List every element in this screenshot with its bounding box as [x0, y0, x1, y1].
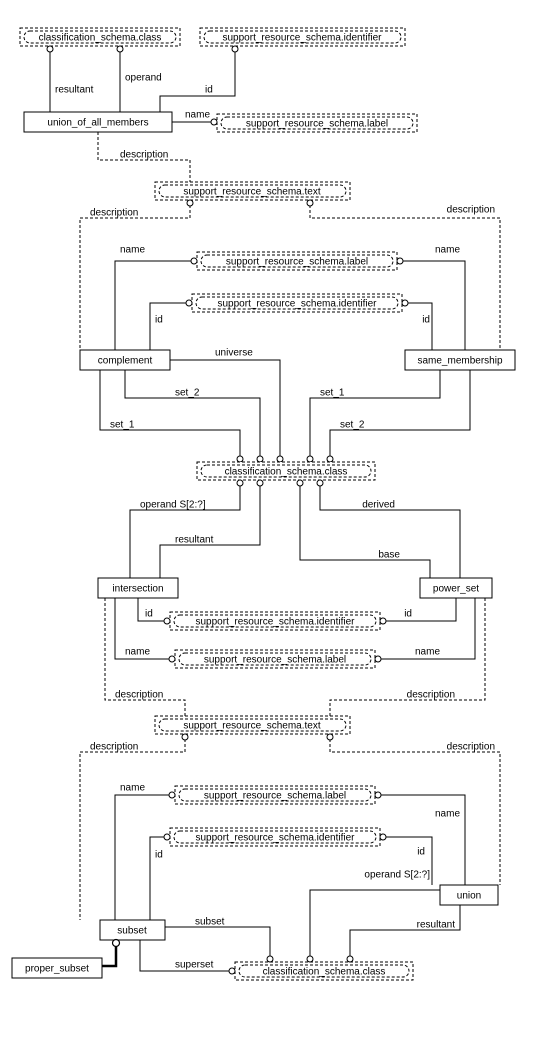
edge-name-complement: [115, 261, 197, 350]
svg-text:support_resource_schema.label: support_resource_schema.label: [226, 257, 368, 268]
label-name-union: name: [435, 809, 460, 820]
svg-text:support_resource_schema.identi: support_resource_schema.identifier: [218, 299, 378, 310]
expressg-diagram: classification_schema.class support_reso…: [0, 0, 552, 1040]
label-resultant-union: resultant: [417, 920, 456, 931]
label-id-powerset: id: [404, 609, 412, 620]
type-support-resource-schema-text-lower: support_resource_schema.text: [155, 716, 350, 734]
label-id-complement: id: [155, 315, 163, 326]
label-description-complement: description: [90, 208, 138, 219]
edge-resultant-union: [350, 905, 460, 962]
label-id-intersection: id: [145, 609, 153, 620]
entity-union-of-all-members: union_of_all_members: [24, 112, 172, 132]
edge-name-subset: [115, 795, 175, 920]
label-resultant: resultant: [55, 85, 94, 96]
entity-complement: complement: [80, 350, 170, 370]
edge-id-intersection: [138, 598, 170, 621]
label-id-samemem: id: [422, 315, 430, 326]
edge-id-powerset: [380, 598, 456, 621]
entity-subset: subset: [100, 920, 165, 940]
type-classification-schema-class-bottom: classification_schema.class: [235, 962, 413, 980]
type-classification-schema-class-top: classification_schema.class: [20, 28, 180, 46]
label-set2-samemem: set_2: [340, 420, 365, 431]
edge-subset-attr: [165, 927, 270, 962]
label-description-intersection: description: [115, 690, 163, 701]
label-name-samemem: name: [435, 245, 460, 256]
label-universe: universe: [215, 348, 253, 359]
type-support-resource-schema-identifier-top: support_resource_schema.identifier: [200, 28, 405, 46]
entity-power-set: power_set: [420, 578, 492, 598]
type-support-resource-schema-identifier-lower: support_resource_schema.identifier: [170, 612, 380, 630]
edge-universe: [170, 360, 280, 462]
label-name-uoam: name: [185, 110, 210, 121]
edge-id-samemem: [402, 303, 432, 350]
label-set1-samemem: set_1: [320, 388, 345, 399]
svg-text:support_resource_schema.identi: support_resource_schema.identifier: [196, 833, 356, 844]
label-operand-s-intersection: operand S[2:?]: [140, 500, 206, 511]
entity-proper-subset: proper_subset: [12, 958, 102, 978]
svg-text:support_resource_schema.label: support_resource_schema.label: [204, 791, 346, 802]
type-support-resource-schema-identifier-bottom: support_resource_schema.identifier: [170, 828, 380, 846]
svg-text:subset: subset: [117, 926, 147, 937]
edge-resultant-intersection: [160, 480, 260, 578]
type-support-resource-schema-label-lower: support_resource_schema.label: [175, 650, 375, 668]
svg-text:support_resource_schema.text: support_resource_schema.text: [183, 187, 321, 198]
edge-set2-samemem: [330, 370, 470, 462]
edge-description-samemem: [310, 200, 500, 350]
edge-id-complement: [150, 303, 192, 350]
type-classification-schema-class-center: classification_schema.class: [197, 462, 375, 480]
label-description-samemem: description: [447, 205, 495, 216]
svg-text:support_resource_schema.label: support_resource_schema.label: [246, 119, 388, 130]
label-id-subset: id: [155, 850, 163, 861]
svg-text:support_resource_schema.label: support_resource_schema.label: [204, 655, 346, 666]
edge-operand-s-intersection: [130, 480, 240, 578]
edge-derived-powerset: [320, 480, 460, 578]
type-support-resource-schema-text-top: support_resource_schema.text: [155, 182, 350, 200]
svg-text:classification_schema.class: classification_schema.class: [225, 467, 348, 478]
svg-text:proper_subset: proper_subset: [25, 964, 89, 975]
label-resultant-intersection: resultant: [175, 535, 214, 546]
label-operand-s-union: operand S[2:?]: [364, 870, 430, 881]
edge-description-union: [330, 734, 500, 885]
entity-intersection: intersection: [98, 578, 178, 598]
label-name-complement: name: [120, 245, 145, 256]
svg-text:same_membership: same_membership: [417, 356, 502, 367]
label-derived-powerset: derived: [362, 500, 395, 511]
label-description-uoam: description: [120, 150, 168, 161]
edge-id-uoam: [160, 46, 235, 112]
label-set2-complement: set_2: [175, 388, 200, 399]
entity-same-membership: same_membership: [405, 350, 515, 370]
label-id-uoam: id: [205, 85, 213, 96]
entity-union: union: [440, 885, 498, 905]
edge-description-complement: [80, 200, 190, 350]
type-support-resource-schema-label-bottom: support_resource_schema.label: [175, 786, 375, 804]
svg-text:support_resource_schema.identi: support_resource_schema.identifier: [196, 617, 356, 628]
label-superset-attr: superset: [175, 960, 214, 971]
label-operand: operand: [125, 73, 162, 84]
label-name-intersection: name: [125, 647, 150, 658]
label-subset-attr: subset: [195, 917, 225, 928]
label-description-powerset: description: [407, 690, 455, 701]
label-name-powerset: name: [415, 647, 440, 658]
label-set1-complement: set_1: [110, 420, 135, 431]
type-support-resource-schema-label-top: support_resource_schema.label: [217, 114, 417, 132]
svg-text:support_resource_schema.identi: support_resource_schema.identifier: [223, 33, 383, 44]
svg-text:intersection: intersection: [112, 584, 163, 595]
svg-text:support_resource_schema.text: support_resource_schema.text: [183, 721, 321, 732]
label-name-subset: name: [120, 783, 145, 794]
label-description-union: description: [447, 742, 495, 753]
edge-description-subset: [80, 734, 185, 920]
label-description-subset: description: [90, 742, 138, 753]
label-id-union: id: [417, 847, 425, 858]
svg-text:complement: complement: [98, 356, 153, 367]
svg-text:classification_schema.class: classification_schema.class: [39, 33, 162, 44]
label-base-powerset: base: [378, 550, 400, 561]
type-support-resource-schema-identifier-mid: support_resource_schema.identifier: [192, 294, 402, 312]
svg-text:union: union: [457, 891, 481, 902]
svg-text:union_of_all_members: union_of_all_members: [47, 118, 148, 129]
svg-text:power_set: power_set: [433, 584, 479, 595]
svg-text:classification_schema.class: classification_schema.class: [263, 967, 386, 978]
type-support-resource-schema-label-mid: support_resource_schema.label: [197, 252, 397, 270]
edge-set1-complement: [100, 370, 240, 462]
